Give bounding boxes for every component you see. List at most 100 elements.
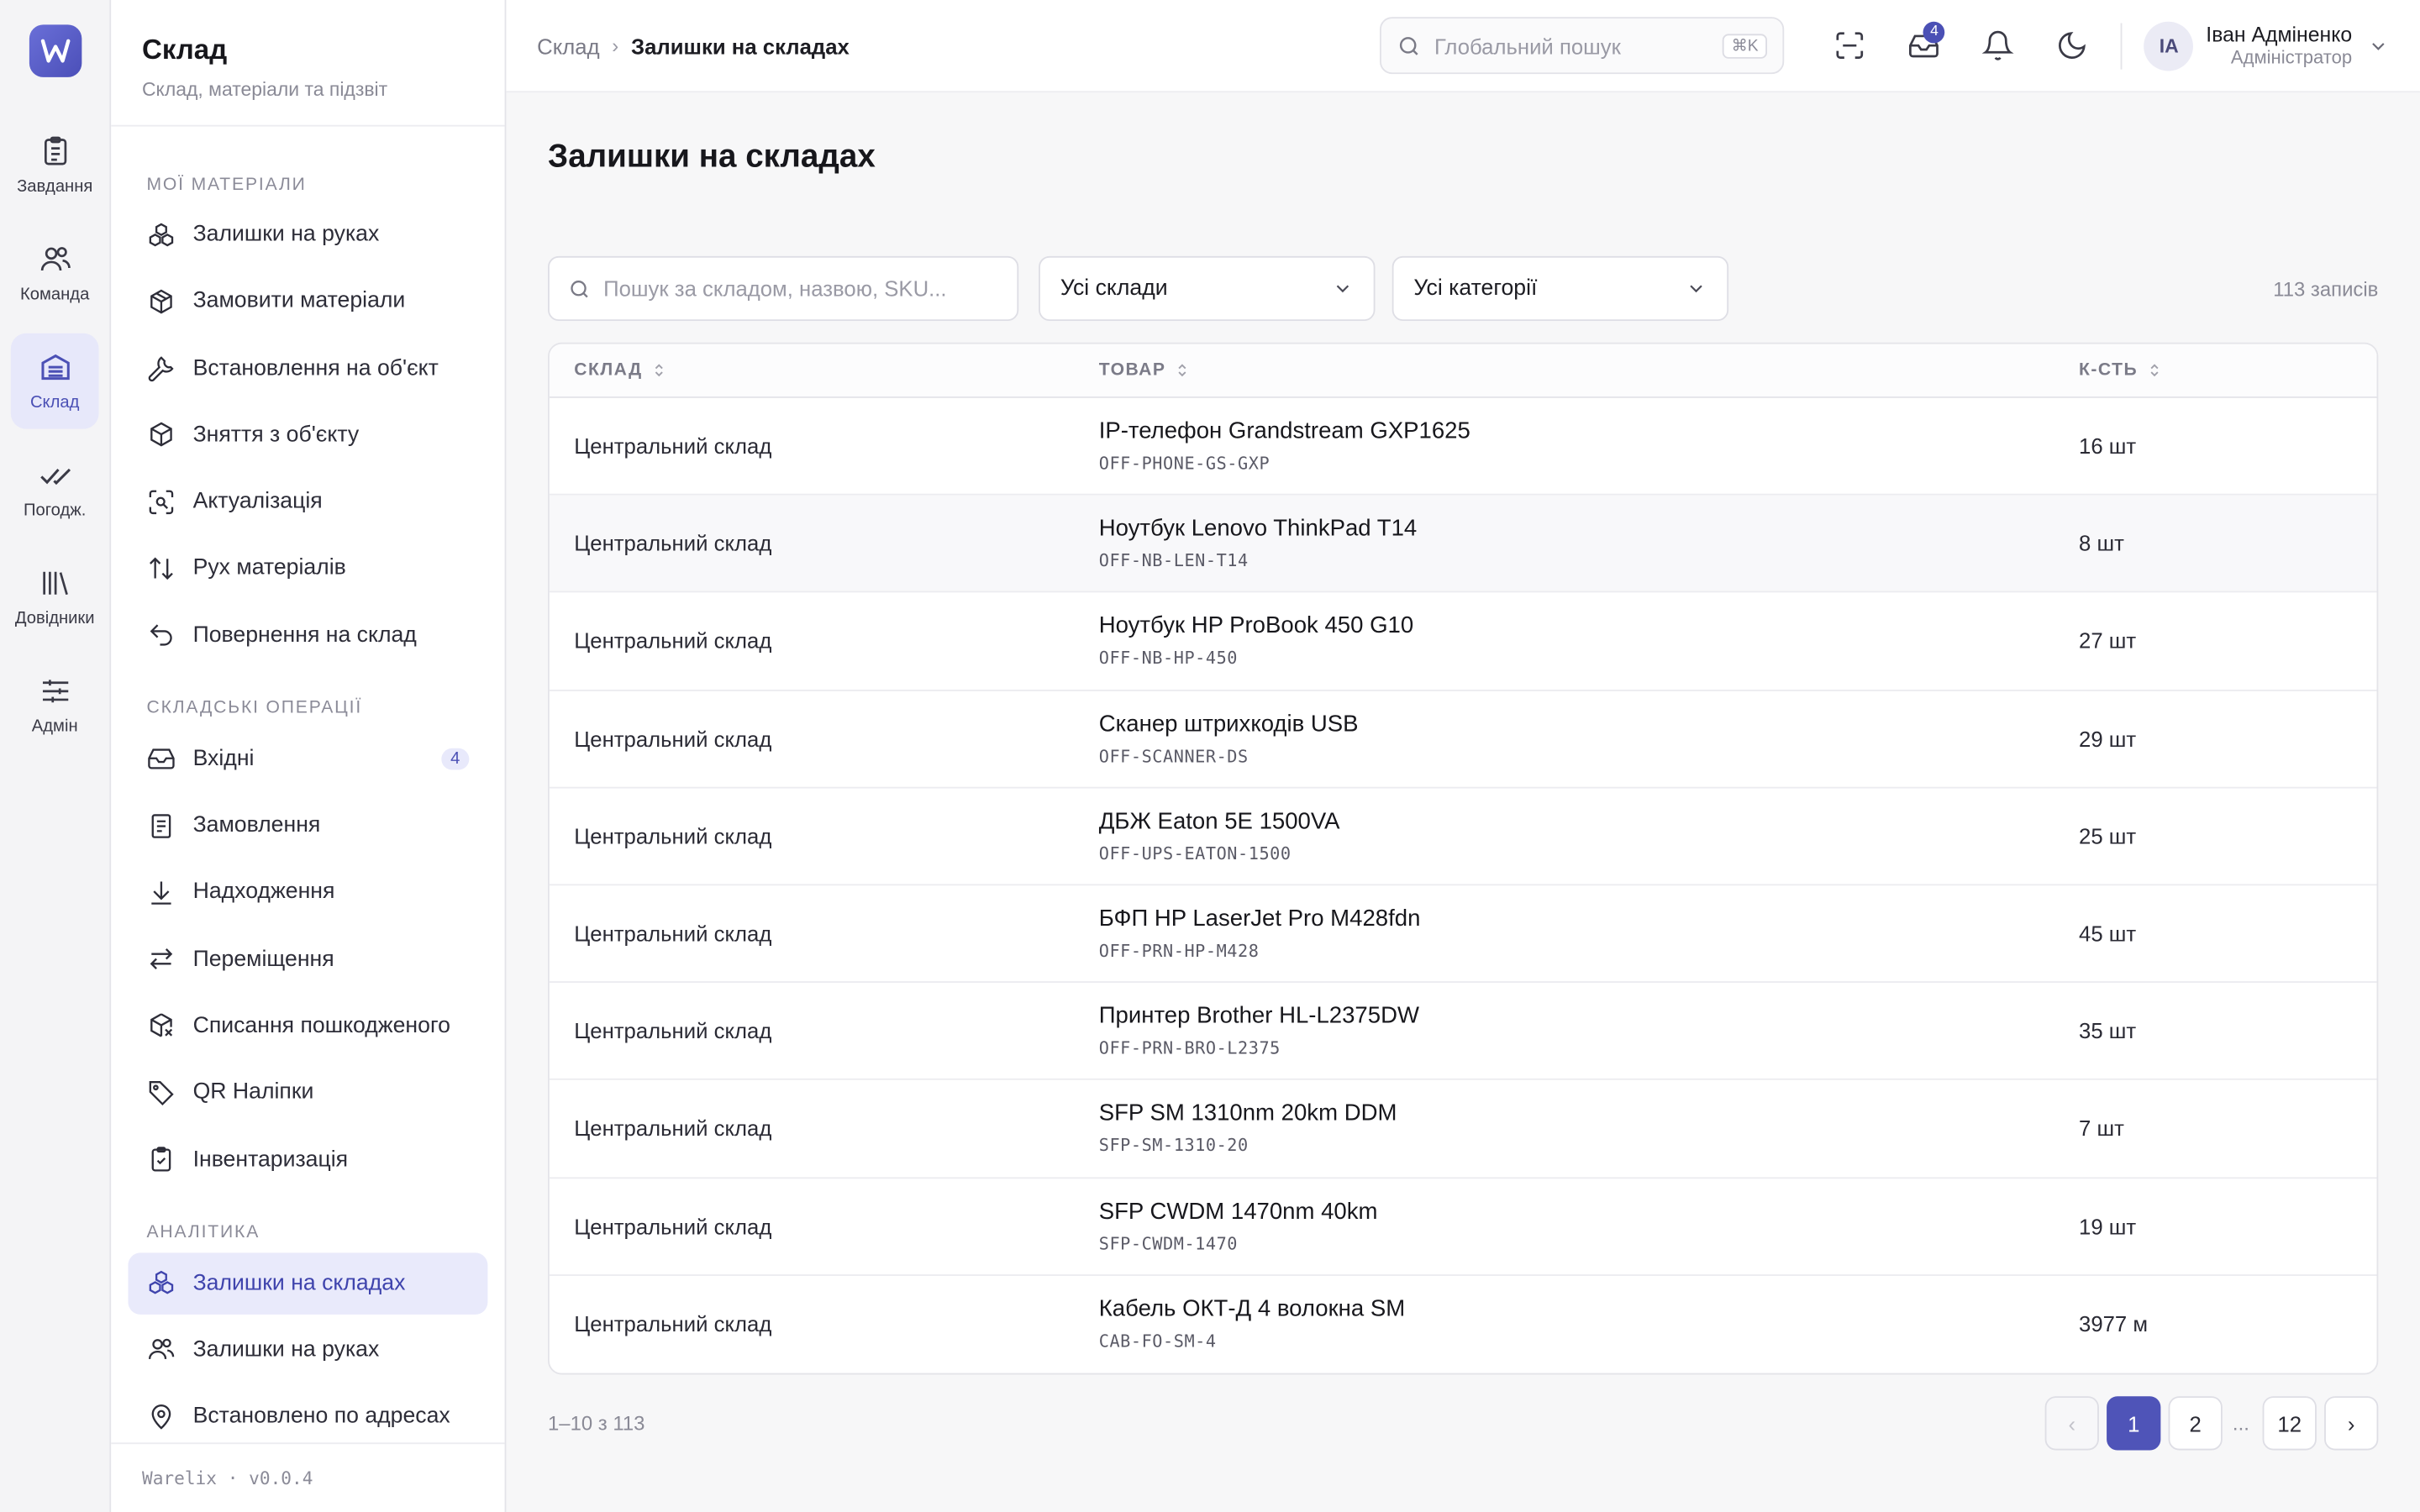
- sidebar-item-inventory[interactable]: Інвентаризація: [128, 1129, 487, 1190]
- cell-qty: 3977 м: [2079, 1311, 2149, 1337]
- rail-item-team[interactable]: Команда: [11, 225, 99, 321]
- page-button-1[interactable]: 1: [2107, 1396, 2161, 1452]
- inbox-button[interactable]: 4: [1886, 14, 1960, 76]
- theme-toggle-button[interactable]: [2034, 14, 2108, 76]
- global-search-input[interactable]: Глобальний пошук ⌘K: [1380, 17, 1785, 75]
- sidebar-item-receipts[interactable]: Надходження: [128, 862, 487, 923]
- cell-warehouse: Центральний склад: [574, 531, 772, 556]
- rail-item-tasks[interactable]: Завдання: [11, 118, 99, 213]
- sidebar-header: Склад Склад, матеріали та підзвіт: [111, 0, 505, 127]
- pagination: 1–10 з 113 ‹ 1 2 ... 12 ›: [548, 1396, 2379, 1452]
- scan-icon: [1836, 32, 1863, 60]
- boxes-icon: [149, 222, 174, 246]
- sidebar-item-actualization[interactable]: Актуалізація: [128, 471, 487, 533]
- prev-page-button[interactable]: ‹: [2044, 1396, 2099, 1452]
- item-name: Ноутбук HP ProBook 450 G10: [1098, 613, 1414, 640]
- sidebar-item-stock-on-hand[interactable]: Залишки на руках: [128, 1319, 487, 1380]
- table-row[interactable]: Центральний склад Кабель ОКТ-Д 4 волокна…: [550, 1275, 2377, 1373]
- sidebar-item-return[interactable]: Повернення на склад: [128, 605, 487, 666]
- table-row[interactable]: Центральний склад IP-телефон Grandstream…: [549, 398, 2377, 496]
- cell-item: Сканер штрихкодів USB OFF-SCANNER-DS: [1099, 711, 2079, 766]
- sidebar-item-installed-by-address[interactable]: Встановлено по адресах: [128, 1386, 487, 1443]
- sidebar-item-write-off[interactable]: Списання пошкодженого: [128, 995, 487, 1057]
- table-row[interactable]: Центральний склад Ноутбук Lenovo ThinkPa…: [549, 495, 2377, 593]
- page-button-2[interactable]: 2: [2168, 1396, 2223, 1452]
- sidebar-item-qr-labels[interactable]: QR Наліпки: [128, 1062, 487, 1123]
- sort-icon: [2150, 364, 2159, 377]
- user-name: Іван Адміненко: [2206, 23, 2353, 47]
- rail-item-label: Команда: [20, 285, 90, 304]
- breadcrumb-parent[interactable]: Склад: [537, 33, 599, 57]
- boxes-icon: [149, 1270, 174, 1294]
- table-row[interactable]: Центральний склад ДБЖ Eaton 5E 1500VA OF…: [549, 788, 2377, 886]
- users-icon: [148, 1339, 175, 1360]
- user-info: Іван Адміненко Адміністратор: [2206, 24, 2352, 68]
- item-name: ДБЖ Eaton 5E 1500VA: [1098, 808, 1340, 835]
- avatar: IA: [2144, 20, 2194, 71]
- pagination-ellipsis: ...: [2232, 1412, 2249, 1436]
- sidebar-item-orders[interactable]: Замовлення: [128, 795, 487, 856]
- sort-icon: [1179, 364, 1187, 377]
- cell-warehouse: Центральний склад: [574, 1018, 772, 1044]
- item-name: Принтер Brother HL-L2375DW: [1098, 1003, 1419, 1030]
- item-sku: OFF-PRN-HP-M428: [1098, 941, 1260, 962]
- cell-warehouse: Центральний склад: [574, 628, 772, 654]
- sidebar-item-on-hand[interactable]: Залишки на руках: [128, 203, 487, 265]
- item-sku: CAB-FO-SM-4: [1098, 1331, 1217, 1352]
- library-icon: [42, 571, 67, 596]
- page-button-last[interactable]: 12: [2262, 1396, 2317, 1452]
- cell-item: IP-телефон Grandstream GXP1625 OFF-PHONE…: [1099, 418, 2079, 474]
- cell-item: SFP CWDM 1470nm 40km SFP-CWDM-1470: [1099, 1198, 2079, 1253]
- chevron-down-icon: [2372, 42, 2385, 50]
- user-menu[interactable]: IA Іван Адміненко Адміністратор: [2144, 20, 2389, 71]
- column-header-item[interactable]: ТОВАР: [1099, 361, 2079, 380]
- warehouse-filter-select[interactable]: Усі склади: [1039, 255, 1376, 322]
- table-row[interactable]: Центральний склад SFP CWDM 1470nm 40km S…: [549, 1178, 2377, 1276]
- table-row[interactable]: Центральний склад Принтер Brother HL-L23…: [549, 983, 2377, 1081]
- chevron-down-icon: [1690, 285, 1702, 293]
- page-title: Залишки на складах: [548, 139, 876, 175]
- rail-item-warehouse[interactable]: Склад: [10, 333, 99, 429]
- sidebar-subtitle: Склад, матеріали та підзвіт: [141, 78, 388, 101]
- rail-item-admin[interactable]: Адмін: [11, 657, 99, 753]
- table-row[interactable]: Центральний склад Сканер штрихкодів USB …: [549, 690, 2377, 789]
- rail-item-approvals[interactable]: Погодж.: [11, 441, 99, 537]
- table-row[interactable]: Центральний склад Ноутбук HP ProBook 450…: [549, 593, 2377, 691]
- app-version: Warelix · v0.0.4: [111, 1442, 505, 1512]
- sidebar-item-transfers[interactable]: Переміщення: [128, 928, 487, 990]
- sidebar-item-incoming[interactable]: Вхідні 4: [128, 728, 487, 790]
- table-row[interactable]: Центральний склад БФП HP LaserJet Pro M4…: [549, 885, 2377, 984]
- inbox-icon: [148, 748, 175, 770]
- scan-button[interactable]: [1812, 14, 1886, 76]
- item-name: IP-телефон Grandstream GXP1625: [1098, 417, 1470, 445]
- sidebar-section-title: СКЛАДСЬКІ ОПЕРАЦІЇ: [146, 699, 363, 718]
- topbar: Склад › Залишки на складах Глобальний по…: [506, 0, 2420, 93]
- app-logo[interactable]: [28, 24, 82, 77]
- sidebar-item-install[interactable]: Встановлення на об'єкт: [128, 337, 487, 398]
- column-header-warehouse[interactable]: СКЛАД: [550, 361, 1099, 380]
- sidebar-item-removal[interactable]: Зняття з об'єкту: [128, 404, 487, 465]
- sidebar-item-label: Замовити матеріали: [192, 289, 406, 314]
- table-row[interactable]: Центральний склад SFP SM 1310nm 20km DDM…: [549, 1080, 2377, 1179]
- column-header-qty[interactable]: К-СТЬ: [2079, 361, 2376, 380]
- cell-warehouse: Центральний склад: [574, 823, 772, 848]
- notifications-button[interactable]: [1960, 14, 2034, 76]
- sidebar-item-movement[interactable]: Рух матеріалів: [128, 538, 487, 599]
- item-sku: OFF-UPS-EATON-1500: [1098, 843, 1292, 864]
- stock-table: СКЛАД ТОВАР К-СТЬ Центральний склад IP-т…: [548, 342, 2379, 1375]
- next-page-button[interactable]: ›: [2324, 1396, 2379, 1452]
- rail-item-references[interactable]: Довідники: [11, 549, 99, 645]
- column-header-label: К-СТЬ: [2079, 360, 2139, 380]
- sidebar-item-order-materials[interactable]: Замовити матеріали: [128, 270, 487, 332]
- item-name: Ноутбук Lenovo ThinkPad T14: [1098, 515, 1418, 543]
- sidebar-title: Склад: [141, 34, 228, 66]
- undo-icon: [150, 624, 172, 647]
- document-icon: [151, 813, 171, 838]
- breadcrumb: Склад › Залишки на складах: [537, 33, 1380, 57]
- category-filter-select[interactable]: Усі категорії: [1392, 255, 1729, 322]
- sidebar-item-warehouse-stock[interactable]: Залишки на складах: [128, 1252, 488, 1315]
- cell-item: Ноутбук HP ProBook 450 G10 OFF-NB-HP-450: [1099, 613, 2079, 669]
- table-search-input[interactable]: Пошук за складом, назвою, SKU...: [548, 255, 1019, 322]
- sliders-icon: [42, 680, 68, 703]
- column-header-label: СКЛАД: [574, 360, 643, 380]
